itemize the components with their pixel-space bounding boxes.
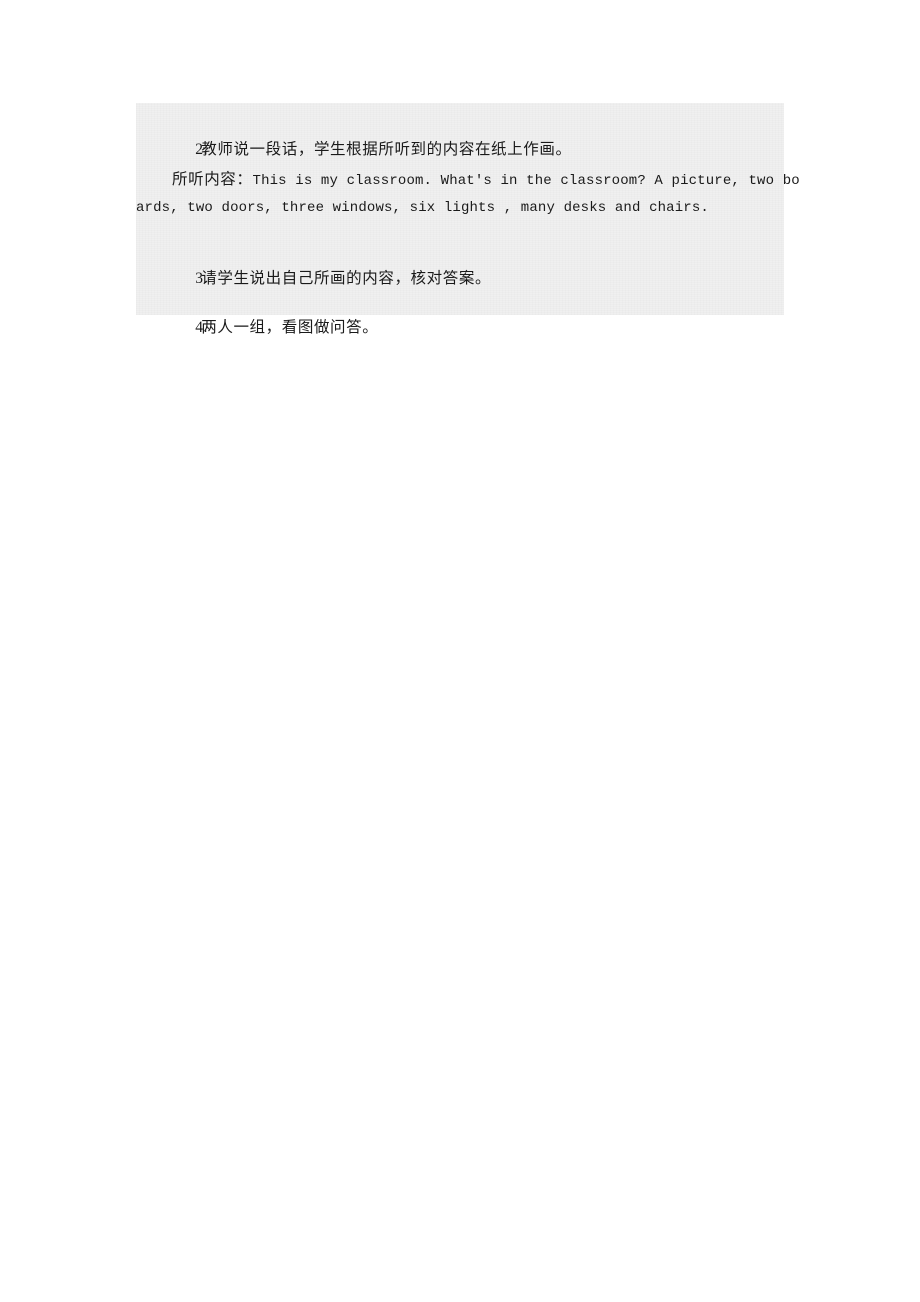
list-item: 4.两人一组，看图做问答。 [136, 289, 784, 367]
list-item-text: 两人一组，看图做问答。 [201, 319, 379, 336]
passage-line-1: 所听内容：This is my classroom. What's in the… [136, 166, 800, 195]
shaded-text-block: 2.教师说一段话，学生根据所听到的内容在纸上作画。 所听内容：This is m… [136, 103, 800, 336]
listening-passage: 所听内容：This is my classroom. What's in the… [136, 166, 800, 222]
passage-english-line-1: This is my classroom. What's in the clas… [252, 173, 800, 189]
list-item-number: 2. [195, 141, 208, 158]
passage-english-line-2: ards, two doors, three windows, six ligh… [136, 200, 709, 216]
list-item-text: 请学生说出自己所画的内容，核对答案。 [201, 270, 492, 287]
document-page: 2.教师说一段话，学生根据所听到的内容在纸上作画。 所听内容：This is m… [0, 0, 920, 1302]
passage-label: 所听内容： [172, 171, 253, 188]
list-item-text: 教师说一段话，学生根据所听到的内容在纸上作画。 [201, 141, 572, 158]
list-item-number: 4. [195, 319, 208, 336]
